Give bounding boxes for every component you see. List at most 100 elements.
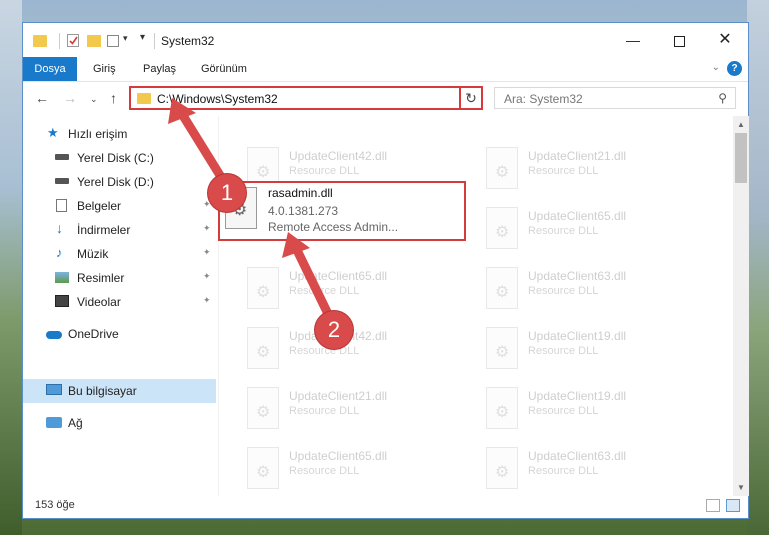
list-item[interactable]: ⚙ UpdateClient19.dll Resource DLL [482, 327, 702, 379]
dll-file-icon: ⚙ [486, 327, 518, 369]
customize-toolbar-icon[interactable]: ▾ [140, 32, 145, 48]
file-type: Resource DLL [289, 465, 360, 477]
file-name: UpdateClient21.dll [528, 149, 627, 163]
sidebar-item-drive-c[interactable]: Yerel Disk (C:) [23, 146, 216, 170]
address-path[interactable]: C:\Windows\System32 [157, 92, 278, 106]
window-title: System32 [161, 34, 215, 48]
up-button[interactable]: ↑ [110, 90, 117, 106]
sidebar-item-label: Hızlı erişim [68, 127, 128, 141]
list-item[interactable]: ⚙ UpdateClient21.dll Resource DLL [482, 147, 702, 199]
tab-view[interactable]: Görünüm [201, 57, 247, 81]
large-icons-view-icon[interactable] [726, 499, 740, 512]
view-icon[interactable] [107, 35, 119, 47]
sidebar-item-pictures[interactable]: Resimler ✦ [23, 266, 216, 290]
dll-file-icon: ⚙ [486, 207, 518, 249]
list-item[interactable]: ⚙ UpdateClient42.dll Resource DLL [243, 327, 463, 379]
divider [154, 33, 155, 49]
gear-icon: ⚙ [495, 344, 510, 361]
sidebar-item-label: Ağ [68, 416, 83, 430]
tab-share[interactable]: Paylaş [143, 57, 176, 81]
document-icon [56, 199, 67, 212]
pin-icon[interactable]: ✦ [203, 247, 211, 258]
scroll-down-icon[interactable]: ▼ [737, 483, 745, 492]
dll-file-icon: ⚙ [247, 387, 279, 429]
new-folder-icon[interactable] [87, 35, 101, 47]
file-description: Remote Access Admin... [268, 220, 399, 234]
list-item[interactable]: ⚙ UpdateClient63.dll Resource DLL [482, 267, 702, 319]
address-bar[interactable]: C:\Windows\System32 ⌄ [129, 86, 482, 110]
recent-locations-button[interactable]: ⌄ [90, 94, 98, 105]
divider [59, 33, 60, 49]
help-icon[interactable]: ? [727, 61, 742, 76]
gear-icon: ⚙ [256, 404, 271, 421]
dll-file-icon: ⚙ [486, 147, 518, 189]
sidebar-item-label: Belgeler [77, 199, 122, 213]
file-type: Resource DLL [528, 405, 599, 417]
status-bar: 153 öğe [23, 494, 748, 518]
search-placeholder: Ara: System32 [504, 92, 583, 106]
gear-icon: ⚙ [495, 464, 510, 481]
dll-file-icon: ⚙ [247, 267, 279, 309]
pin-icon[interactable]: ✦ [203, 271, 211, 282]
sidebar-item-label: Videolar [77, 295, 121, 309]
scrollbar-thumb[interactable] [735, 133, 747, 183]
list-item[interactable]: ⚙ UpdateClient63.dll Resource DLL [482, 447, 702, 496]
file-name: UpdateClient65.dll [528, 209, 627, 223]
file-type: Resource DLL [528, 465, 599, 477]
music-icon: ♪ [56, 245, 63, 260]
search-input[interactable]: Ara: System32 ⚲ [494, 87, 736, 109]
picture-icon [55, 272, 69, 283]
properties-check-icon[interactable] [67, 34, 79, 47]
file-name: UpdateClient19.dll [528, 389, 627, 403]
sidebar-item-quick-access[interactable]: ★ Hızlı erişim [23, 122, 216, 146]
tab-file[interactable]: Dosya [23, 57, 77, 81]
list-item[interactable]: ⚙ UpdateClient65.dll Resource DLL [243, 447, 463, 496]
file-type: Resource DLL [289, 405, 360, 417]
gear-icon: ⚙ [256, 344, 271, 361]
sidebar-item-music[interactable]: ♪ Müzik ✦ [23, 242, 216, 266]
chevron-down-icon[interactable]: ▾ [123, 33, 128, 49]
forward-button[interactable]: → [63, 90, 77, 106]
maximize-button[interactable] [656, 23, 702, 57]
sidebar-item-videos[interactable]: Videolar ✦ [23, 290, 216, 314]
pin-icon[interactable]: ✦ [203, 223, 211, 234]
sidebar-item-label: İndirmeler [77, 223, 131, 237]
highlighted-file-rasadmin[interactable]: ⚙ rasadmin.dll 4.0.1381.273 Remote Acces… [218, 181, 466, 241]
tab-home[interactable]: Giriş [93, 57, 116, 81]
sidebar-item-onedrive[interactable]: OneDrive [23, 322, 216, 346]
dll-file-icon: ⚙ [247, 327, 279, 369]
sidebar-item-documents[interactable]: Belgeler ✦ [23, 194, 216, 218]
file-list: ⚙ UpdateClient42.dll Resource DLL ⚙ Upda… [219, 116, 733, 496]
step-badge-2: 2 [315, 311, 353, 349]
sidebar-item-drive-d[interactable]: Yerel Disk (D:) [23, 170, 216, 194]
dll-file-icon: ⚙ [486, 267, 518, 309]
file-name: UpdateClient65.dll [289, 269, 388, 283]
expand-ribbon-icon[interactable]: ⌄ [712, 62, 720, 73]
sidebar-item-downloads[interactable]: ↓ İndirmeler ✦ [23, 218, 216, 242]
gear-icon: ⚙ [495, 224, 510, 241]
back-button[interactable]: ← [35, 90, 49, 106]
sidebar-item-label: OneDrive [68, 327, 119, 341]
details-view-icon[interactable] [706, 499, 720, 512]
navigation-bar: ← → ⌄ ↑ C:\Windows\System32 ⌄ ↻ Ara: Sys… [23, 82, 748, 116]
list-item[interactable]: ⚙ UpdateClient65.dll Resource DLL [482, 207, 702, 259]
step-badge-1: 1 [208, 174, 246, 212]
sidebar-item-label: Yerel Disk (D:) [77, 175, 154, 189]
minimize-button[interactable]: — [610, 23, 656, 57]
sidebar-item-network[interactable]: Ağ [23, 411, 216, 435]
search-icon[interactable]: ⚲ [718, 91, 727, 105]
refresh-button[interactable]: ↻ [459, 86, 483, 110]
list-item[interactable]: ⚙ UpdateClient65.dll Resource DLL [243, 267, 463, 319]
close-button[interactable]: ✕ [702, 23, 748, 57]
pin-icon[interactable]: ✦ [203, 295, 211, 306]
folder-icon [137, 93, 151, 104]
sidebar-item-this-pc[interactable]: Bu bilgisayar [23, 379, 216, 403]
gear-icon: ⚙ [256, 284, 271, 301]
list-item[interactable]: ⚙ UpdateClient21.dll Resource DLL [243, 387, 463, 439]
gear-icon: ⚙ [256, 164, 271, 181]
sidebar-item-label: Müzik [77, 247, 109, 261]
list-item[interactable]: ⚙ UpdateClient19.dll Resource DLL [482, 387, 702, 439]
vertical-scrollbar[interactable]: ▲ ▼ [733, 116, 749, 496]
gear-icon: ⚙ [256, 464, 271, 481]
scroll-up-icon[interactable]: ▲ [737, 120, 745, 129]
